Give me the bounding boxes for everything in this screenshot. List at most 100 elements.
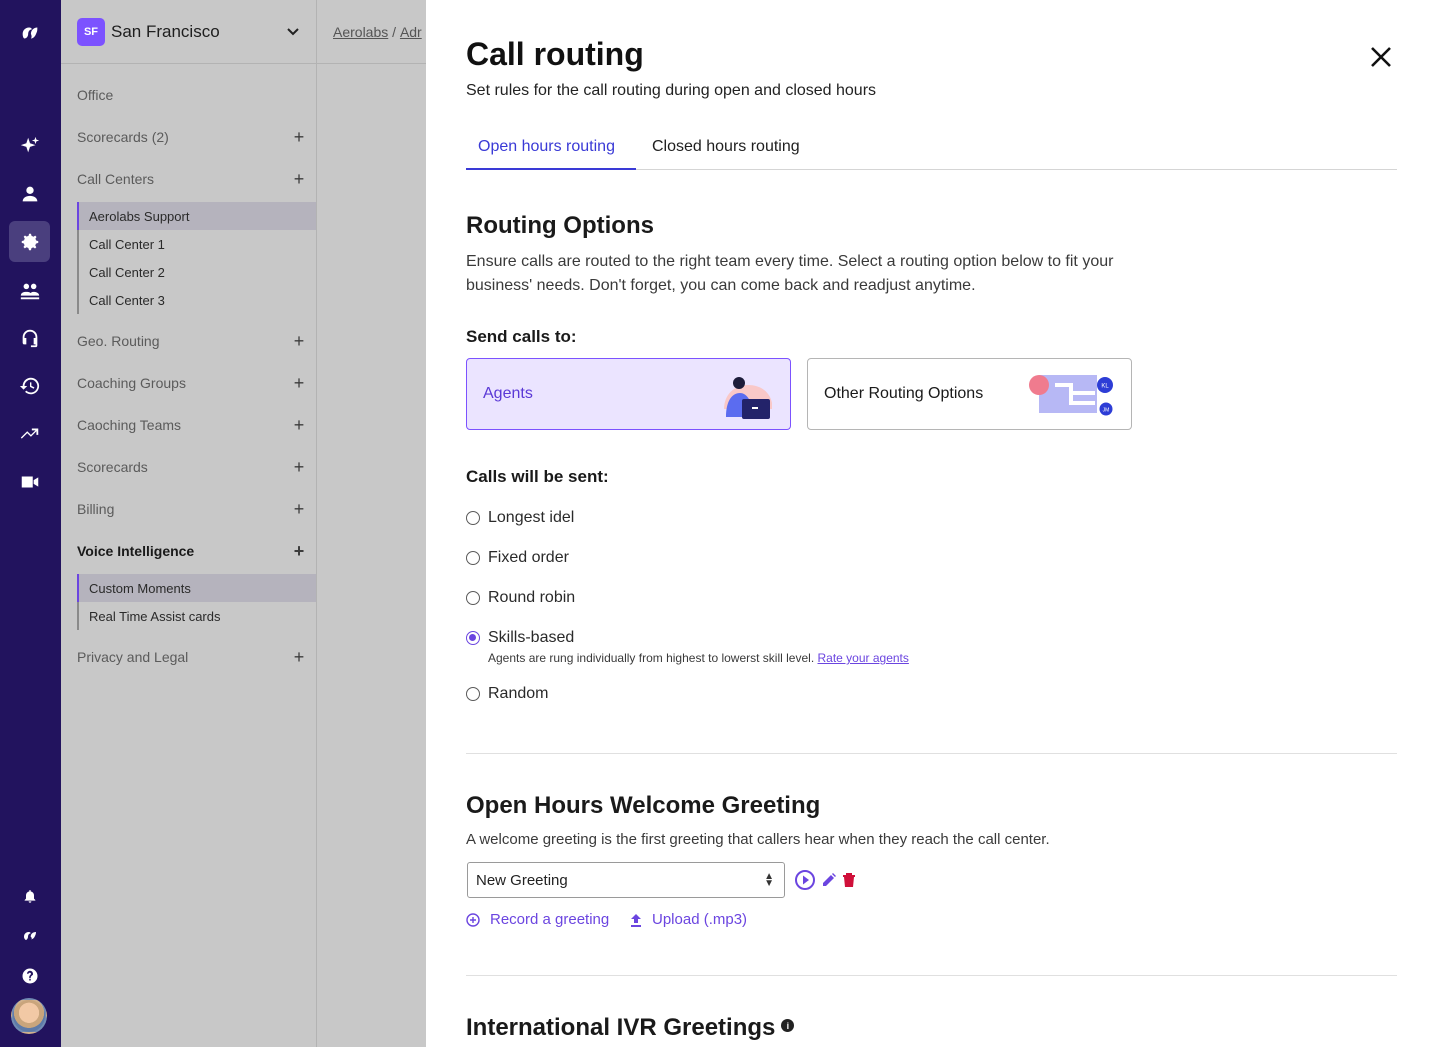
ai-sparkle-icon[interactable] <box>9 125 50 166</box>
edit-pencil-icon[interactable] <box>821 872 837 888</box>
sidebar-item-label: Coaching Groups <box>77 375 186 391</box>
radio-longest-idle[interactable]: Longest idel <box>466 509 574 527</box>
bell-icon[interactable] <box>9 875 50 916</box>
sidebar-subitem-call-center-2[interactable]: Call Center 2 <box>77 258 316 286</box>
video-settings-icon[interactable] <box>9 461 50 502</box>
international-ivr-heading: International IVR Greetings i <box>466 1014 795 1042</box>
calls-sent-label: Calls will be sent: <box>466 467 609 486</box>
tab-closed-hours-routing[interactable]: Closed hours routing <box>652 138 800 170</box>
sidebar-item-call-centers[interactable]: Call Centers + <box>77 169 306 189</box>
welcome-greeting-heading: Open Hours Welcome Greeting <box>466 792 821 819</box>
add-icon[interactable]: + <box>292 416 306 434</box>
sidebar-item-scorecards[interactable]: Scorecards + <box>77 457 306 477</box>
record-greeting-label: Record a greeting <box>490 911 610 928</box>
skills-hint-text: Agents are rung individually from highes… <box>488 651 815 665</box>
add-icon[interactable]: + <box>292 170 306 188</box>
upload-mp3-link[interactable]: Upload (.mp3) <box>630 911 747 928</box>
radio-round-robin[interactable]: Round robin <box>466 589 575 607</box>
sidebar-subitem-call-center-1[interactable]: Call Center 1 <box>77 230 316 258</box>
agents-card-label: Agents <box>483 385 533 402</box>
breadcrumb-link-admin[interactable]: Adr <box>400 24 422 40</box>
greeting-select[interactable]: New Greeting ▲ ▼ <box>467 862 785 898</box>
routing-options-heading: Routing Options <box>466 212 654 239</box>
section-divider <box>466 975 1397 976</box>
other-routing-card-label: Other Routing Options <box>824 385 984 402</box>
breadcrumb: Aerolabs / Adr <box>317 0 426 64</box>
add-icon[interactable]: + <box>292 500 306 518</box>
add-icon[interactable]: + <box>292 648 306 666</box>
sidebar-item-privacy-legal[interactable]: Privacy and Legal + <box>77 647 306 667</box>
history-icon[interactable] <box>9 365 50 406</box>
headset-icon[interactable] <box>9 317 50 358</box>
add-icon[interactable]: + <box>292 374 306 392</box>
team-icon[interactable] <box>9 270 50 311</box>
add-icon[interactable]: + <box>292 128 306 146</box>
chevron-down-icon[interactable] <box>286 25 300 39</box>
close-icon[interactable] <box>1368 44 1394 70</box>
radio-button[interactable] <box>466 551 480 565</box>
record-greeting-link[interactable]: Record a greeting <box>466 911 609 928</box>
dialpad-logo-icon[interactable] <box>9 12 50 53</box>
upload-icon <box>631 913 641 927</box>
add-icon[interactable]: + <box>292 458 306 476</box>
sidebar-item-label: Scorecards <box>77 459 148 475</box>
add-icon[interactable]: + <box>292 332 306 350</box>
panel-subtitle: Set rules for the call routing during op… <box>466 82 877 99</box>
routing-badge-jm: JM <box>1103 408 1110 414</box>
greeting-select-value: New Greeting <box>476 871 568 889</box>
radio-button-selected[interactable] <box>466 631 480 645</box>
breadcrumb-link-aerolabs[interactable]: Aerolabs <box>333 24 388 40</box>
tab-open-hours-routing[interactable]: Open hours routing <box>466 138 636 170</box>
help-icon[interactable] <box>9 955 50 996</box>
sidebar-item-label: Voice Intelligence <box>77 543 195 559</box>
sidebar-subitem-custom-moments[interactable]: Custom Moments <box>77 574 316 602</box>
sidebar-subitem-aerolabs-support[interactable]: Aerolabs Support <box>77 202 316 230</box>
settings-sidebar: SF San Francisco Office Scorecards (2) + … <box>61 0 317 1047</box>
gear-icon[interactable] <box>9 221 50 262</box>
dialpad-small-icon[interactable] <box>9 915 50 956</box>
sidebar-item-label: Call Centers <box>77 171 155 187</box>
select-arrows-icon: ▲ ▼ <box>764 871 774 889</box>
radio-label: Longest idel <box>488 509 575 526</box>
routing-tabs: Open hours routing Closed hours routing <box>466 128 1397 170</box>
radio-button[interactable] <box>466 511 480 525</box>
agents-option-card[interactable]: Agents <box>466 358 791 430</box>
analytics-trend-icon[interactable] <box>9 413 50 454</box>
radio-skills-based[interactable]: Skills-based <box>466 629 574 647</box>
sidebar-item-label: Caoching Teams <box>77 417 182 433</box>
radio-label: Skills-based <box>488 629 575 646</box>
delete-trash-icon[interactable] <box>842 872 856 888</box>
info-icon[interactable]: i <box>781 1019 795 1033</box>
page-backdrop[interactable]: Aerolabs / Adr <box>317 0 426 1047</box>
location-switcher[interactable]: SF San Francisco <box>61 0 316 64</box>
radio-button[interactable] <box>466 687 480 701</box>
rate-your-agents-link[interactable]: Rate your agents <box>818 651 909 665</box>
sidebar-item-office[interactable]: Office <box>77 85 306 105</box>
upload-mp3-label: Upload (.mp3) <box>652 911 748 928</box>
agent-illustration-icon <box>724 377 772 419</box>
radio-label: Random <box>488 685 549 702</box>
routing-options-description: Ensure calls are routed to the right tea… <box>466 253 1114 294</box>
sidebar-item-billing[interactable]: Billing + <box>77 499 306 519</box>
skills-based-hint: Agents are rung individually from highes… <box>488 651 909 665</box>
radio-button[interactable] <box>466 591 480 605</box>
sidebar-item-label: Scorecards (2) <box>77 129 169 145</box>
user-avatar[interactable] <box>11 998 47 1034</box>
play-icon[interactable] <box>794 869 816 891</box>
person-icon[interactable] <box>9 173 50 214</box>
sidebar-item-coaching-groups[interactable]: Coaching Groups + <box>77 373 306 393</box>
routing-diagram-icon: KL JM <box>1029 375 1114 417</box>
sidebar-item-coaching-teams[interactable]: Caoching Teams + <box>77 415 306 435</box>
routing-badge-kl: KL <box>1101 384 1109 390</box>
call-routing-panel: Call routing Set rules for the call rout… <box>426 0 1436 1047</box>
radio-random[interactable]: Random <box>466 685 548 703</box>
radio-fixed-order[interactable]: Fixed order <box>466 549 569 567</box>
add-icon[interactable]: + <box>292 542 306 560</box>
sidebar-subitem-call-center-3[interactable]: Call Center 3 <box>77 286 316 314</box>
sidebar-item-voice-intelligence[interactable]: Voice Intelligence + <box>77 541 306 561</box>
sidebar-item-scorecards-2[interactable]: Scorecards (2) + <box>77 127 306 147</box>
panel-title: Call routing <box>466 36 644 72</box>
sidebar-subitem-real-time-assist-cards[interactable]: Real Time Assist cards <box>77 602 316 630</box>
sidebar-item-geo-routing[interactable]: Geo. Routing + <box>77 331 306 351</box>
other-routing-options-card[interactable]: Other Routing Options KL JM <box>807 358 1132 430</box>
